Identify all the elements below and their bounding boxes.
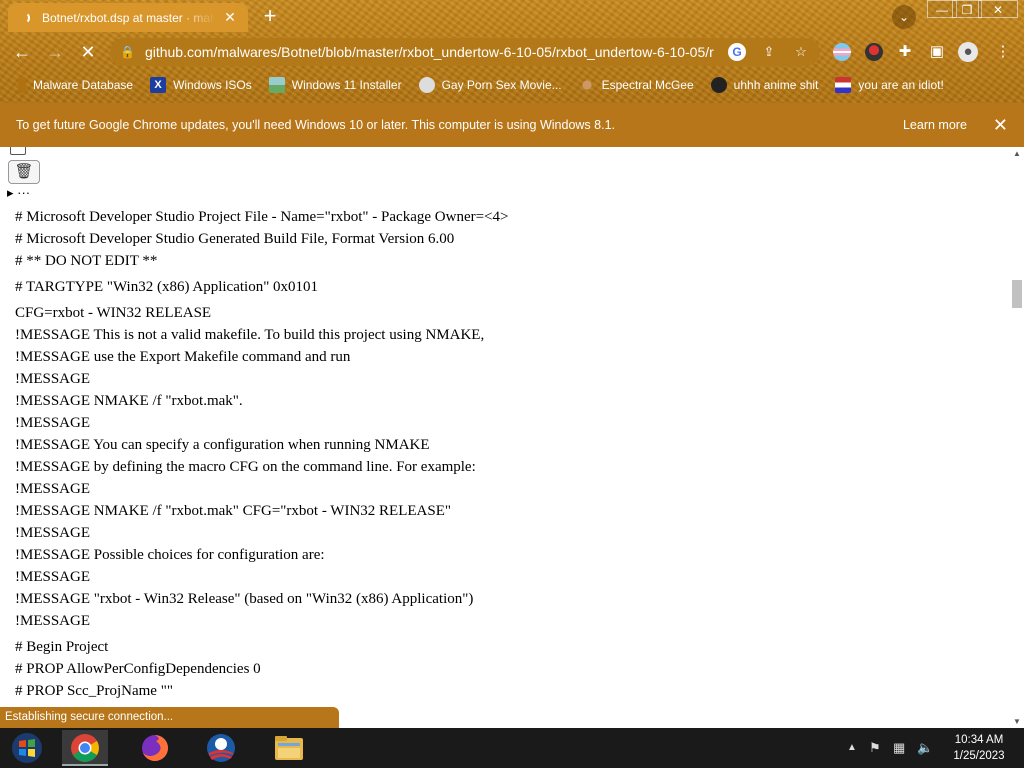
tab-search-icon[interactable]: ⌄ (892, 5, 916, 29)
code-line: CFG=rxbot - WIN32 RELEASE (15, 305, 212, 321)
code-line: # ** DO NOT EDIT ** (15, 253, 158, 269)
close-window-button[interactable]: ✕ (978, 0, 1018, 18)
code-line: !MESSAGE NMAKE /f "rxbot.mak". (15, 393, 243, 409)
obama-logo-icon (207, 734, 235, 762)
new-tab-button[interactable]: + (259, 5, 281, 27)
stop-button[interactable]: ✕ (77, 41, 99, 63)
anime-icon (710, 77, 727, 93)
clock-time: 10:34 AM (954, 734, 1004, 746)
folder-icon (275, 736, 303, 760)
update-infobar: To get future Google Chrome updates, you… (0, 103, 1024, 147)
action-center-flag-icon[interactable]: ⚑ (869, 740, 881, 756)
extension-avatar-icon[interactable] (865, 43, 883, 61)
bookmark-you-are-an-idiot[interactable]: you are an idiot! (835, 77, 944, 93)
code-line: !MESSAGE (15, 371, 91, 387)
network-icon[interactable]: ▦ (893, 740, 905, 756)
bookmark-favicon-icon (18, 77, 26, 93)
scroll-down-icon[interactable]: ▼ (1013, 717, 1021, 726)
bookmark-anime[interactable]: uhhh anime shit (710, 77, 818, 93)
infobar-close-icon[interactable]: ✕ (993, 115, 1008, 136)
page-content: 🗑 ▸ ··· # Microsoft Developer Studio Pro… (0, 147, 1010, 728)
taskbar-firefox[interactable] (132, 730, 178, 766)
code-line: # TARGTYPE "Win32 (x86) Application" 0x0… (15, 279, 319, 295)
code-line: # Begin Project (15, 639, 109, 655)
code-line: !MESSAGE You can specify a configuration… (15, 437, 430, 453)
site-icon (418, 77, 435, 93)
code-line: !MESSAGE This is not a valid makefile. T… (15, 327, 485, 343)
system-clock[interactable]: 10:34 AM 1/25/2023 (944, 732, 1014, 764)
bookmark-malware-database[interactable]: Malware Database (18, 77, 133, 93)
loading-spinner-icon (18, 11, 30, 24)
bookmark-star-icon[interactable]: ☆ (792, 43, 810, 61)
bookmark-site[interactable]: Gay Porn Sex Movie... (418, 77, 562, 93)
chrome-icon (71, 734, 99, 762)
code-line: !MESSAGE (15, 613, 91, 629)
code-line: !MESSAGE NMAKE /f "rxbot.mak" CFG="rxbot… (15, 503, 451, 519)
extensions-puzzle-icon[interactable]: ✚ (895, 42, 915, 62)
code-line: # PROP Scc_ProjName "" (15, 683, 173, 699)
bookmark-espectral-mcgee[interactable]: Espectral McGee (578, 77, 694, 93)
image-icon (268, 77, 285, 93)
trash-button[interactable]: 🗑 (8, 160, 40, 184)
tab-active[interactable]: Botnet/rxbot.dsp at master · malwares/Bo… (8, 3, 248, 32)
character-icon (578, 77, 595, 93)
browser-chrome: Botnet/rxbot.dsp at master · malwares/Bo… (0, 0, 1024, 103)
code-line: !MESSAGE (15, 415, 91, 431)
code-line: !MESSAGE use the Export Makefile command… (15, 349, 351, 365)
windows-logo-icon (12, 733, 42, 763)
code-line: # PROP AllowPerConfigDependencies 0 (15, 661, 261, 677)
taskbar-file-explorer[interactable] (266, 730, 312, 766)
learn-more-link[interactable]: Learn more (903, 118, 967, 132)
lock-icon[interactable]: 🔒 (120, 45, 135, 59)
taskbar-obama-logo[interactable] (198, 730, 244, 766)
profile-icon[interactable]: ● (958, 42, 978, 62)
code-line: !MESSAGE by defining the macro CFG on th… (15, 459, 476, 475)
bookmarks-bar: Malware Database X Windows ISOs Windows … (0, 74, 1024, 96)
firefox-icon (142, 735, 168, 761)
status-bubble: Establishing secure connection... (0, 707, 339, 728)
infobar-message: To get future Google Chrome updates, you… (16, 118, 615, 132)
menu-kebab-icon[interactable]: ⋮ (993, 42, 1013, 62)
address-bar[interactable]: 🔒 github.com/malwares/Botnet/blob/master… (110, 38, 820, 66)
scrollbar-thumb[interactable] (1012, 280, 1022, 308)
scroll-up-icon[interactable]: ▲ (1013, 149, 1021, 158)
copy-icon[interactable] (10, 147, 26, 155)
url-text[interactable]: github.com/malwares/Botnet/blob/master/r… (145, 44, 714, 60)
extension-flag-icon[interactable] (833, 43, 851, 61)
tray-overflow-icon[interactable]: ▲ (847, 742, 857, 753)
share-icon[interactable]: ⇪ (760, 43, 778, 61)
code-line: !MESSAGE (15, 481, 91, 497)
code-line: !MESSAGE (15, 525, 91, 541)
x-icon: X (150, 77, 167, 93)
volume-icon[interactable]: 🔈 (917, 740, 933, 756)
code-line: !MESSAGE Possible choices for configurat… (15, 547, 325, 563)
code-line: !MESSAGE (15, 569, 91, 585)
clock-date: 1/25/2023 (953, 750, 1005, 762)
bookmark-windows-isos[interactable]: X Windows ISOs (150, 77, 252, 93)
tab-title: Botnet/rxbot.dsp at master · malwares/Bo… (42, 10, 216, 25)
flag-icon (835, 77, 852, 93)
code-line: # Microsoft Developer Studio Project Fil… (15, 209, 509, 225)
start-button[interactable] (4, 730, 50, 766)
expander-toggle[interactable]: ▸ ··· (7, 185, 30, 201)
code-line: !MESSAGE "rxbot - Win32 Release" (based … (15, 591, 474, 607)
bookmark-windows-11-installer[interactable]: Windows 11 Installer (268, 77, 402, 93)
tab-close-icon[interactable]: ✕ (222, 9, 238, 26)
taskbar-chrome[interactable] (62, 730, 108, 766)
forward-button[interactable]: → (44, 41, 66, 63)
vertical-scrollbar[interactable]: ▲ ▼ (1010, 147, 1024, 728)
code-line: # Microsoft Developer Studio Generated B… (15, 231, 455, 247)
taskbar: ▲ ⚑ ▦ 🔈 10:34 AM 1/25/2023 (0, 728, 1024, 768)
side-panel-icon[interactable]: ▣ (927, 42, 947, 62)
google-lens-icon[interactable]: G (728, 43, 746, 61)
back-button[interactable]: ← (11, 41, 33, 63)
